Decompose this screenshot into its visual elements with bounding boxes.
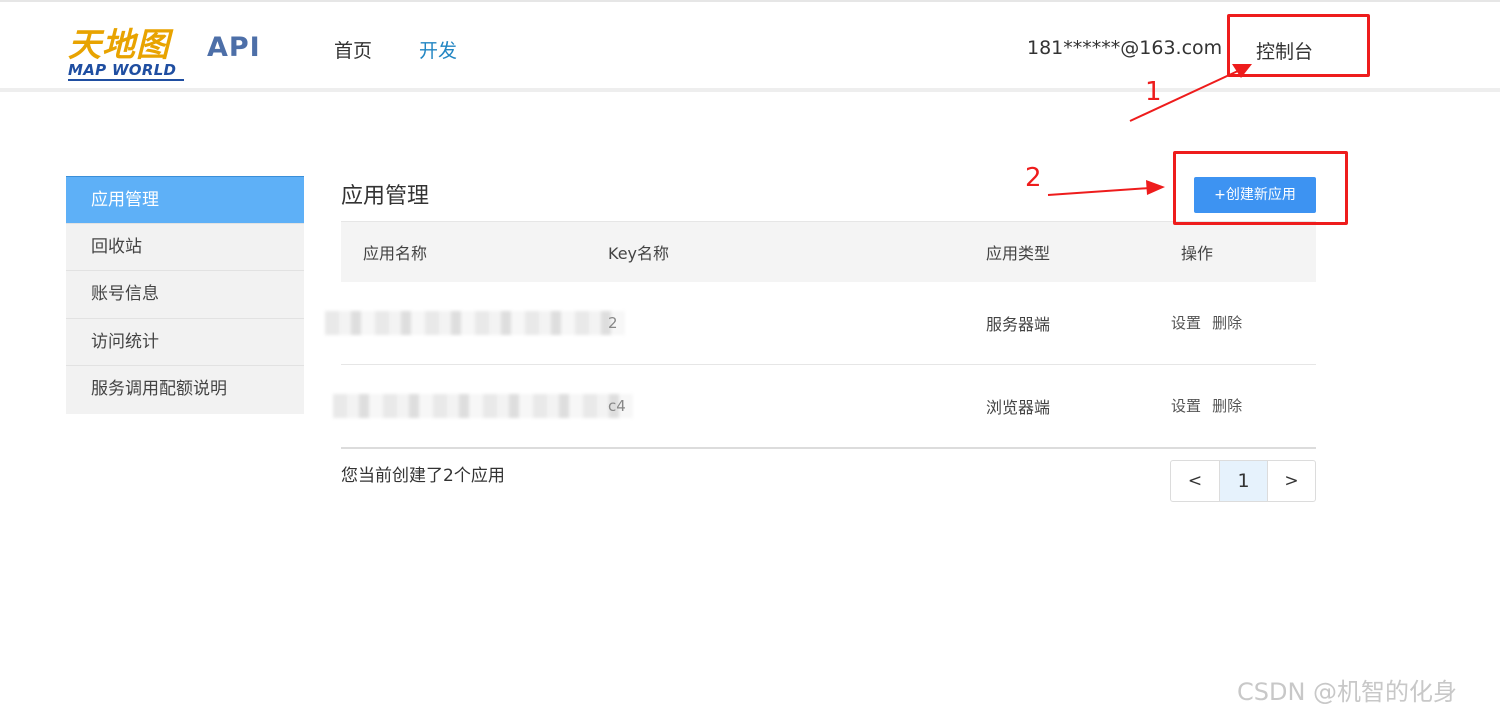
annotation-arrow-2 [1047, 180, 1165, 196]
annotation-box-create [1173, 151, 1348, 225]
logo-english-text: MAP WORLD [68, 61, 177, 79]
app-type-cell: 服务器端 [986, 314, 1051, 334]
logo-chinese-text: 天地图 [68, 25, 170, 64]
sidebar-item-account-info[interactable]: 账号信息 [66, 271, 304, 319]
app-type-cell: 浏览器端 [986, 397, 1051, 417]
nav-develop[interactable]: 开发 [419, 36, 457, 63]
annotation-step-2: 2 [1025, 163, 1042, 193]
csdn-watermark: CSDN @机智的化身 [1237, 678, 1458, 706]
mapworld-logo[interactable]: 天地图 MAP WORLD [68, 18, 188, 84]
actions-cell: 设置 删除 [1171, 365, 1316, 448]
annotation-box-console [1227, 14, 1370, 77]
table-header-row: 应用名称 Key名称 应用类型 操作 [341, 221, 1316, 282]
col-app-type: 应用类型 [986, 221, 1171, 282]
page-title: 应用管理 [341, 184, 430, 209]
actions-cell: 设置 删除 [1171, 282, 1316, 365]
key-visible-prefix: c4 [608, 396, 626, 415]
api-label: API [207, 32, 261, 63]
table-row: serverdemo0808 2 服务器端 设置 删除 [324, 282, 1316, 365]
delete-link[interactable]: 删除 [1212, 397, 1242, 415]
pagination: < 1 > [1170, 460, 1316, 502]
col-actions: 操作 [1171, 221, 1316, 282]
annotation-step-1: 1 [1145, 77, 1162, 107]
app-count-text: 您当前创建了2个应用 [341, 466, 505, 486]
key-visible-prefix: 2 [608, 313, 618, 332]
nav-home[interactable]: 首页 [334, 36, 372, 63]
blurred-key [332, 393, 633, 418]
settings-link[interactable]: 设置 [1171, 397, 1201, 415]
logo-underline [68, 79, 184, 81]
delete-link[interactable]: 删除 [1212, 314, 1242, 332]
app-table: 应用名称 Key名称 应用类型 操作 serverdemo0808 2 服务器端… [324, 221, 1316, 449]
sidebar-item-app-management[interactable]: 应用管理 [66, 176, 304, 224]
key-cell: 2 [324, 282, 986, 365]
table-row: webdemo-0731 c4 浏览器端 设置 删除 [332, 365, 1316, 448]
user-email[interactable]: 181******@163.com [1027, 37, 1222, 59]
settings-link[interactable]: 设置 [1171, 314, 1201, 332]
key-cell: c4 [332, 365, 986, 448]
page-1-button[interactable]: 1 [1219, 461, 1267, 501]
prev-page-button[interactable]: < [1171, 461, 1219, 501]
sidebar-item-quota-info[interactable]: 服务调用配额说明 [66, 366, 304, 414]
col-app-name: 应用名称 [341, 221, 596, 282]
sidebar-item-recycle-bin[interactable]: 回收站 [66, 224, 304, 271]
blurred-key [324, 310, 625, 335]
sidebar: 应用管理 回收站 账号信息 访问统计 服务调用配额说明 [66, 176, 304, 414]
col-key-name: Key名称 [596, 221, 986, 282]
sidebar-item-access-stats[interactable]: 访问统计 [66, 319, 304, 366]
next-page-button[interactable]: > [1267, 461, 1315, 501]
